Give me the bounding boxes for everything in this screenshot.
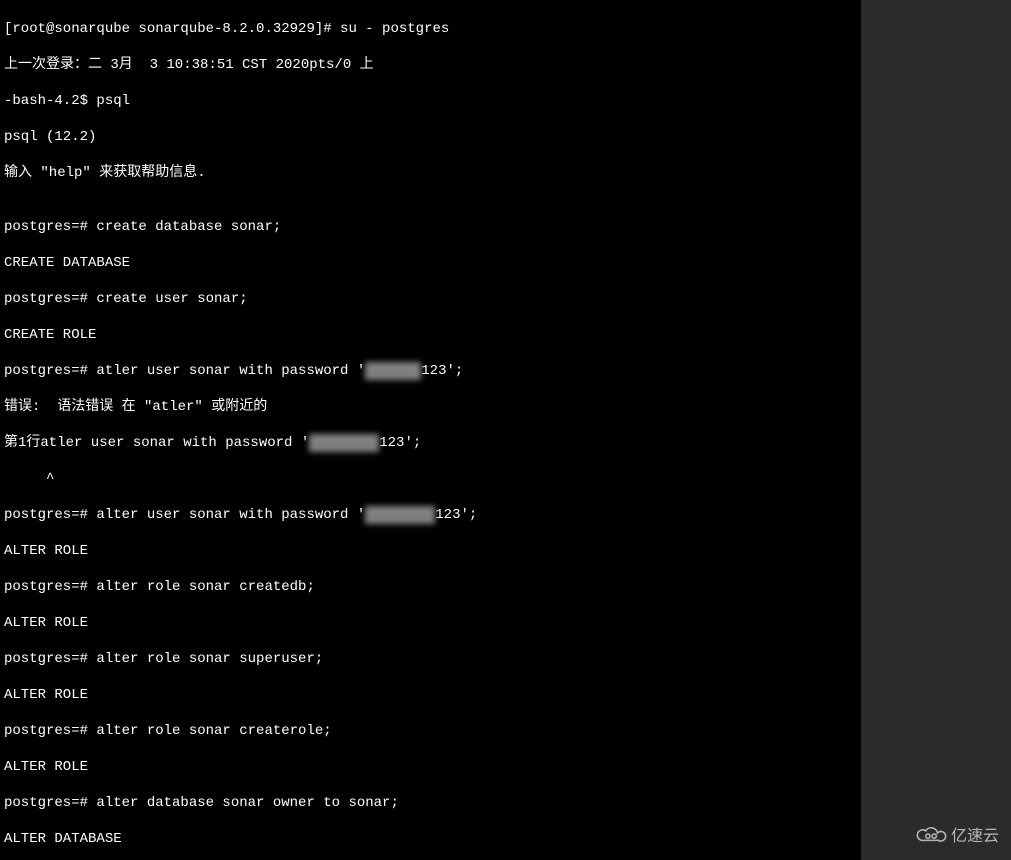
terminal-window[interactable]: [root@sonarqube sonarqube-8.2.0.32929]# …: [0, 0, 861, 860]
terminal-line: postgres=# alter database sonar owner to…: [4, 794, 857, 812]
terminal-line: postgres=# alter user sonar with passwor…: [4, 506, 857, 524]
line-text-prefix: 第1行atler user sonar with password ': [4, 435, 309, 451]
terminal-line: 上一次登录：二 3月 3 10:38:51 CST 2020pts/0 上: [4, 56, 857, 74]
terminal-line: [root@sonarqube sonarqube-8.2.0.32929]# …: [4, 20, 857, 38]
terminal-line: 错误: 语法错误 在 "atler" 或附近的: [4, 398, 857, 416]
terminal-line: postgres=# create user sonar;: [4, 290, 857, 308]
terminal-line: 输入 "help" 来获取帮助信息.: [4, 164, 857, 182]
terminal-line: ALTER ROLE: [4, 758, 857, 776]
terminal-line: ^: [4, 470, 857, 488]
cloud-icon: [913, 823, 947, 850]
terminal-line: CREATE ROLE: [4, 326, 857, 344]
terminal-line: CREATE DATABASE: [4, 254, 857, 272]
line-text-prefix: postgres=# alter user sonar with passwor…: [4, 507, 365, 523]
redacted-password: XXXXXXX: [365, 506, 435, 524]
terminal-line: postgres=# create database sonar;: [4, 218, 857, 236]
terminal-line: psql (12.2): [4, 128, 857, 146]
terminal-line: ALTER ROLE: [4, 614, 857, 632]
terminal-line: postgres=# atler user sonar with passwor…: [4, 362, 857, 380]
terminal-line: ALTER ROLE: [4, 686, 857, 704]
terminal-line: ALTER DATABASE: [4, 830, 857, 848]
line-text-suffix: 123';: [379, 435, 421, 451]
redacted-password: XXXXXX: [365, 362, 421, 380]
line-text-suffix: 123';: [435, 507, 477, 523]
redacted-password: XXXXXXX: [309, 434, 379, 452]
terminal-line: 第1行atler user sonar with password 'XXXXX…: [4, 434, 857, 452]
watermark-text: 亿速云: [951, 828, 999, 846]
terminal-line: -bash-4.2$ psql: [4, 92, 857, 110]
line-text-prefix: postgres=# atler user sonar with passwor…: [4, 363, 365, 379]
terminal-line: ALTER ROLE: [4, 542, 857, 560]
terminal-line: postgres=# alter role sonar createrole;: [4, 722, 857, 740]
terminal-line: postgres=# alter role sonar createdb;: [4, 578, 857, 596]
terminal-line: postgres=# alter role sonar superuser;: [4, 650, 857, 668]
line-text-suffix: 123';: [421, 363, 463, 379]
watermark: 亿速云: [913, 823, 999, 850]
